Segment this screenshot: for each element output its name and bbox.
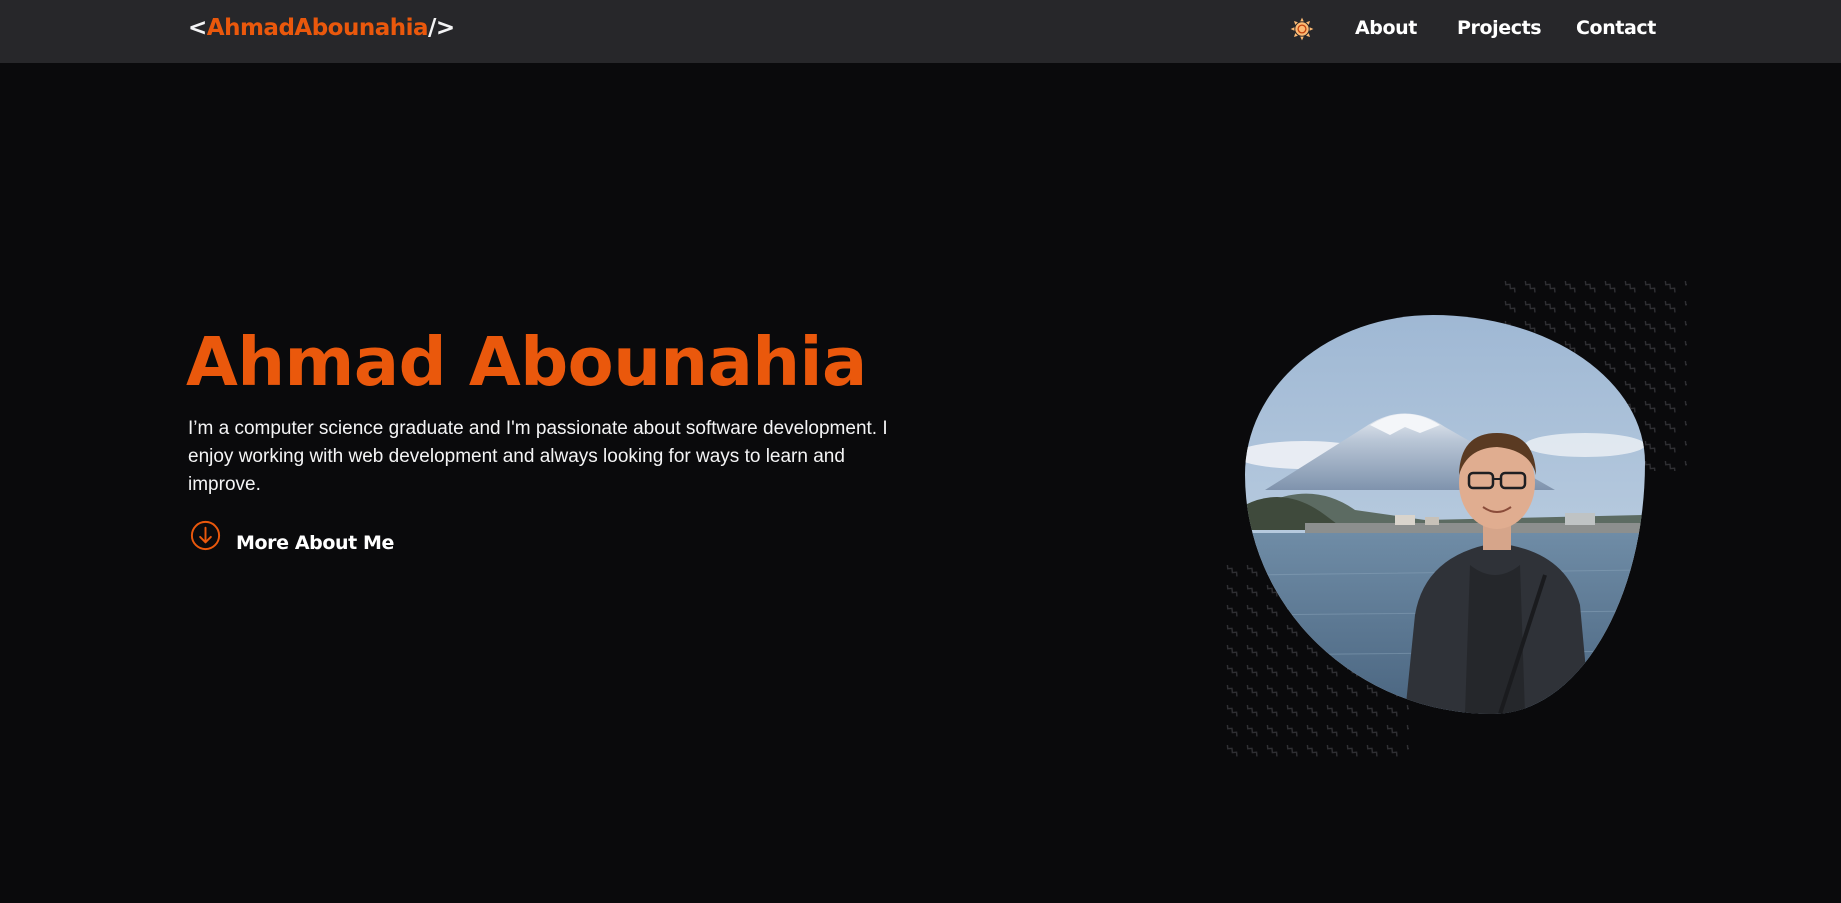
hero-description: I’m a computer science graduate and I'm … — [188, 418, 888, 495]
logo-close-bracket: /> — [428, 15, 455, 41]
more-about-me-button[interactable]: More About Me — [188, 520, 395, 554]
nav-link-contact[interactable]: Contact — [1576, 17, 1656, 39]
arrow-down-circle-icon — [190, 520, 221, 550]
site-logo[interactable]: <AhmadAbounahia/> — [188, 15, 455, 41]
nav-link-projects[interactable]: Projects — [1457, 17, 1542, 39]
theme-toggle-button[interactable] — [1288, 15, 1316, 43]
logo-open-bracket: < — [188, 15, 207, 41]
logo-name: AhmadAbounahia — [206, 15, 429, 41]
top-navbar: <AhmadAbounahia/> About Projects Contact — [0, 0, 1841, 63]
nav-link-about[interactable]: About — [1355, 17, 1417, 39]
more-about-me-label: More About Me — [236, 532, 395, 554]
hero-title: Ahmad Abounahia — [186, 323, 867, 401]
sun-icon — [1290, 17, 1314, 41]
